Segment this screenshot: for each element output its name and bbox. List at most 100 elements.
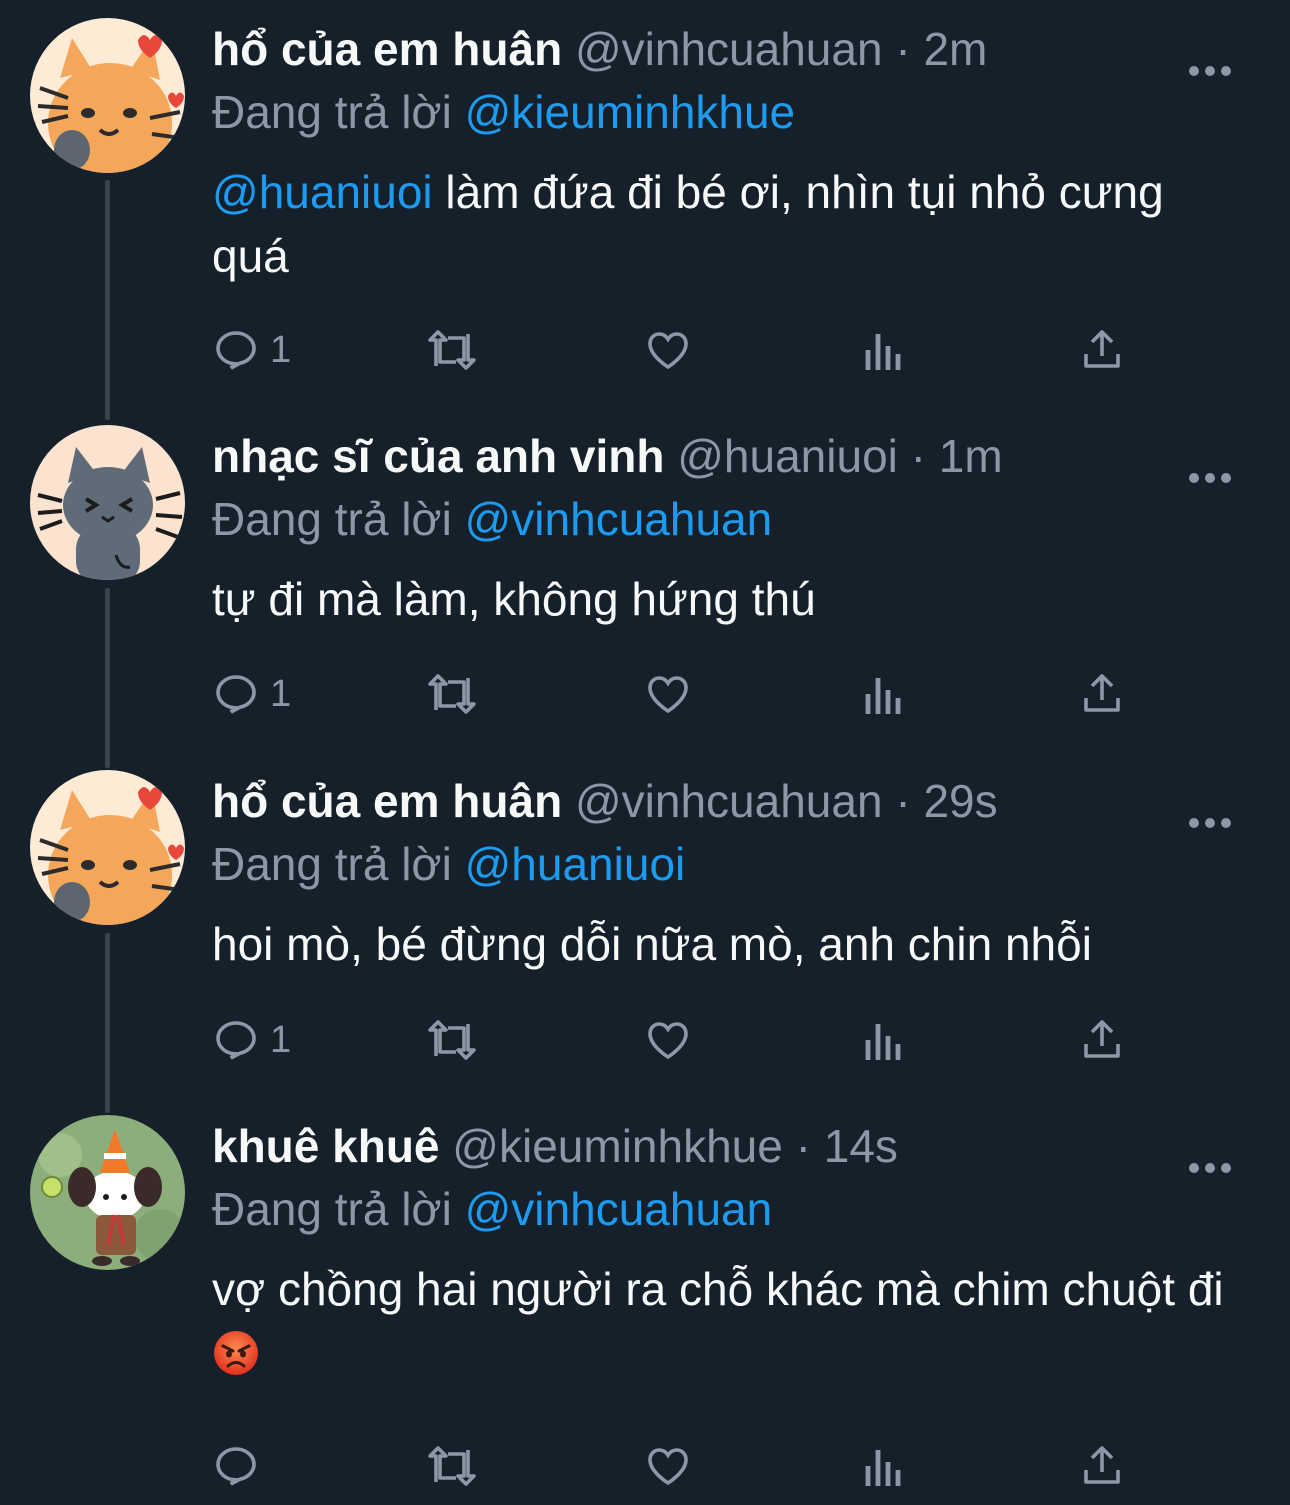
share-icon (1084, 1020, 1120, 1058)
tweet-header: nhạc sĩ của anh vinh @huaniuoi · 1m (212, 425, 1262, 487)
retweet-button[interactable] (424, 320, 480, 380)
replying-label: Đang trả lời (212, 493, 452, 545)
reply-icon (216, 1021, 256, 1060)
reply-to-link[interactable]: @vinhcuahuan (465, 1183, 773, 1235)
like-button[interactable] (644, 1436, 692, 1496)
tweet-content: hổ của em huân @vinhcuahuan · 29s Đang t… (212, 770, 1262, 976)
tweet-header: khuê khuê @kieuminhkhue · 14s (212, 1115, 1262, 1177)
reply-icon (216, 675, 256, 714)
display-name[interactable]: hổ của em huân (212, 775, 562, 827)
tweet-text: @huaniuoi làm đứa đi bé ơi, nhìn tụi nhỏ… (212, 160, 1252, 288)
reply-to-link[interactable]: @kieuminhkhue (465, 86, 796, 138)
retweet-icon (428, 1020, 476, 1060)
timestamp[interactable]: 2m (923, 23, 987, 75)
like-button[interactable] (644, 664, 692, 724)
reply-button[interactable] (212, 1436, 270, 1496)
like-button[interactable] (644, 1010, 692, 1070)
share-icon (1084, 674, 1120, 712)
analytics-button[interactable] (862, 1010, 906, 1070)
analytics-button[interactable] (862, 320, 906, 380)
reply-to-link[interactable]: @vinhcuahuan (465, 493, 773, 545)
avatar[interactable] (30, 425, 185, 580)
display-name[interactable]: hổ của em huân (212, 23, 562, 75)
mention-link[interactable]: @huaniuoi (212, 166, 433, 218)
tweet-content: khuê khuê @kieuminhkhue · 14s Đang trả l… (212, 1115, 1262, 1385)
tweet-text: tự đi mà làm, không hứng thú (212, 567, 1252, 631)
avatar[interactable] (30, 1115, 185, 1270)
display-name[interactable]: nhạc sĩ của anh vinh (212, 430, 664, 482)
conversation-thread: hổ của em huân @vinhcuahuan · 2m Đang tr… (0, 0, 1290, 1505)
share-button[interactable] (1078, 664, 1126, 724)
display-name[interactable]: khuê khuê (212, 1120, 440, 1172)
separator-dot: · (895, 23, 911, 75)
user-handle[interactable]: @huaniuoi (677, 430, 898, 482)
more-options-button[interactable] (1186, 788, 1234, 828)
tweet-actions: 1 (212, 1010, 1132, 1070)
user-handle[interactable]: @vinhcuahuan (575, 775, 883, 827)
replying-to: Đang trả lời @kieuminhkhue (212, 80, 1262, 144)
retweet-button[interactable] (424, 664, 480, 724)
heart-icon (648, 676, 688, 714)
analytics-button[interactable] (862, 664, 906, 724)
analytics-icon (865, 678, 901, 714)
retweet-icon (428, 330, 476, 370)
retweet-button[interactable] (424, 1010, 480, 1070)
puppy-traffic-cone-avatar-icon (30, 1115, 185, 1270)
reply-icon (216, 331, 256, 370)
reply-to-link[interactable]: @huaniuoi (465, 838, 686, 890)
avatar[interactable] (30, 18, 185, 173)
replying-label: Đang trả lời (212, 1183, 452, 1235)
reply-button[interactable]: 1 (212, 320, 291, 380)
tweet-actions: 1 (212, 664, 1132, 724)
timestamp[interactable]: 29s (923, 775, 997, 827)
retweet-icon (428, 674, 476, 714)
replying-to: Đang trả lời @huaniuoi (212, 832, 1262, 896)
thread-line (105, 933, 110, 1113)
tweet-body-text: vợ chồng hai người ra chỗ khác mà chim c… (212, 1263, 1224, 1315)
share-button[interactable] (1078, 1010, 1126, 1070)
reply-count: 1 (270, 329, 292, 371)
more-dots-icon (1189, 66, 1231, 76)
share-icon (1084, 1446, 1120, 1484)
analytics-icon (865, 1024, 901, 1060)
separator-dot: · (910, 430, 926, 482)
more-dots-icon (1189, 473, 1231, 483)
heart-icon (648, 1448, 688, 1486)
more-options-button[interactable] (1186, 1133, 1234, 1173)
retweet-button[interactable] (424, 1436, 480, 1496)
reply-icon (216, 1447, 256, 1486)
heart-icon (648, 332, 688, 370)
orange-cat-avatar-icon (30, 770, 185, 925)
grey-cat-avatar-icon (30, 425, 185, 580)
share-button[interactable] (1078, 320, 1126, 380)
more-dots-icon (1189, 1163, 1231, 1173)
replying-to: Đang trả lời @vinhcuahuan (212, 487, 1262, 551)
thread-line (105, 588, 110, 768)
tweet-header: hổ của em huân @vinhcuahuan · 29s (212, 770, 1262, 832)
reply-button[interactable]: 1 (212, 1010, 291, 1070)
more-options-button[interactable] (1186, 443, 1234, 483)
separator-dot: · (795, 1120, 811, 1172)
user-handle[interactable]: @vinhcuahuan (575, 23, 883, 75)
timestamp[interactable]: 14s (824, 1120, 898, 1172)
reply-button[interactable]: 1 (212, 664, 291, 724)
more-options-button[interactable] (1186, 36, 1234, 76)
share-button[interactable] (1078, 1436, 1126, 1496)
user-handle[interactable]: @kieuminhkhue (452, 1120, 783, 1172)
reply-count: 1 (270, 1019, 292, 1061)
analytics-button[interactable] (862, 1436, 906, 1496)
replying-label: Đang trả lời (212, 838, 452, 890)
avatar[interactable] (30, 770, 185, 925)
thread-line (105, 180, 110, 420)
reply-count: 1 (270, 673, 292, 715)
analytics-icon (865, 334, 901, 370)
like-button[interactable] (644, 320, 692, 380)
heart-icon (648, 1022, 688, 1060)
replying-to: Đang trả lời @vinhcuahuan (212, 1177, 1262, 1241)
separator-dot: · (895, 775, 911, 827)
tweet-actions: 1 (212, 320, 1132, 380)
tweet-body-text: hoi mò, bé đừng dỗi nữa mò, anh chin nhỗ… (212, 918, 1092, 970)
timestamp[interactable]: 1m (939, 430, 1003, 482)
tweet-text: vợ chồng hai người ra chỗ khác mà chim c… (212, 1257, 1252, 1385)
orange-cat-avatar-icon (30, 18, 185, 173)
